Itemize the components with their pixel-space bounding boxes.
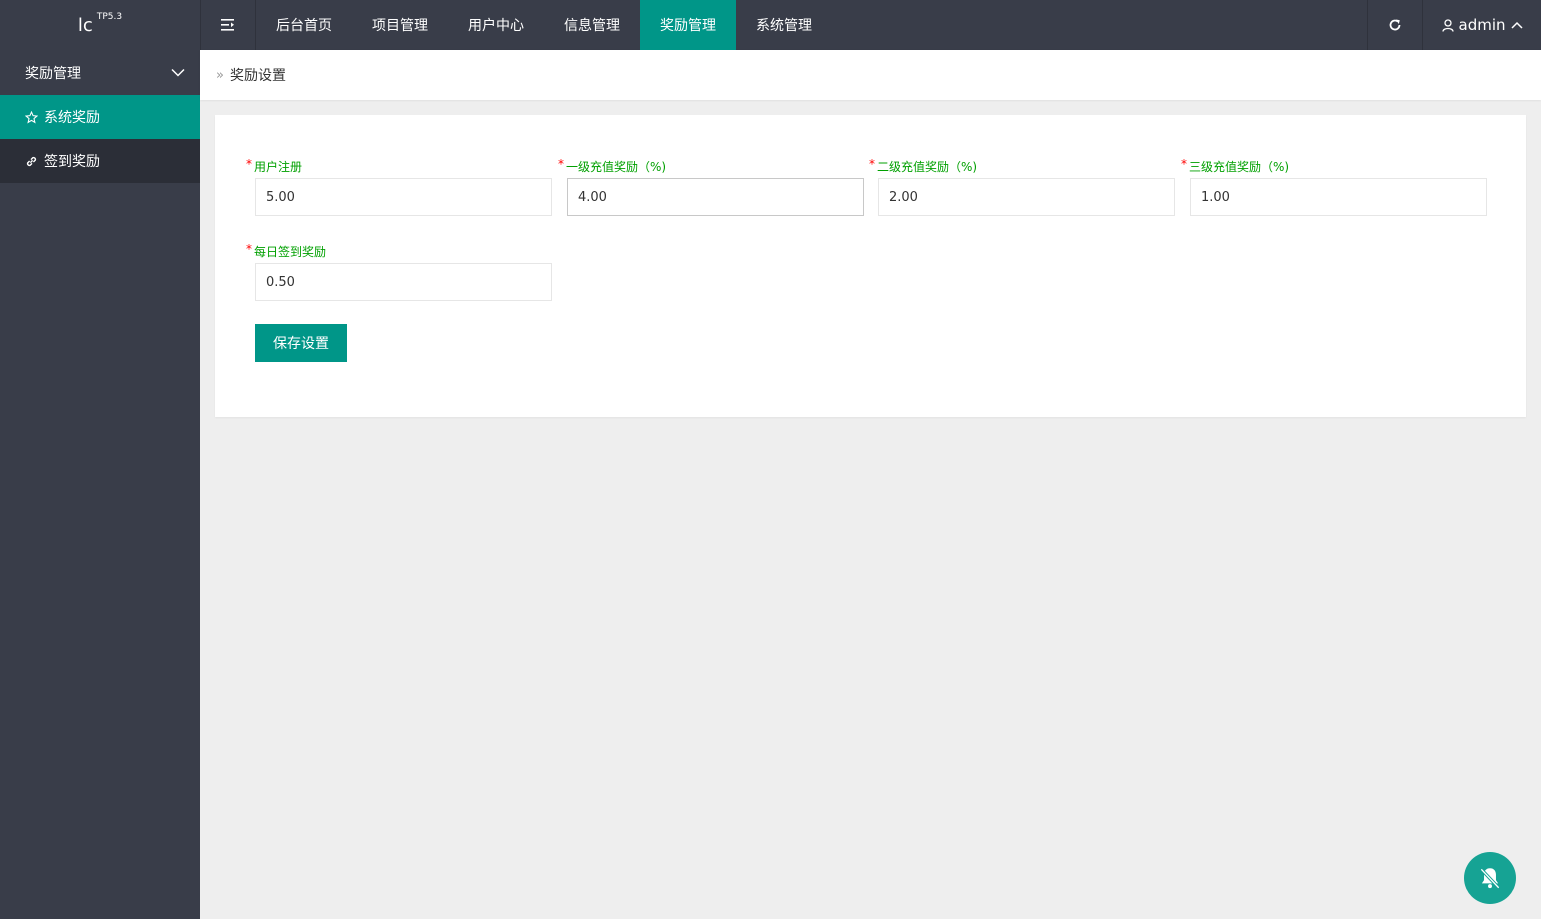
required-mark: * <box>1181 157 1187 171</box>
user-menu[interactable]: admin <box>1423 0 1541 50</box>
sidebar-item-label: 系统奖励 <box>44 110 100 126</box>
required-mark: * <box>246 242 252 256</box>
register-reward-input[interactable]: 5.00 <box>255 178 552 216</box>
link-icon <box>26 156 37 166</box>
logo[interactable]: lc TP5.3 <box>0 0 200 50</box>
user-icon <box>1441 18 1454 32</box>
floating-notification-button[interactable] <box>1464 852 1516 904</box>
field-label: * 每日签到奖励 <box>246 242 327 259</box>
logo-version: TP5.3 <box>96 12 123 22</box>
field-label: * 二级充值奖励（%) <box>869 157 978 174</box>
chevron-up-icon <box>1510 21 1523 29</box>
level2-recharge-reward-input[interactable]: 2.00 <box>878 178 1175 216</box>
reward-settings-card: * 用户注册 5.00 * 一级充值奖励（%) 4.00 * 二级充值奖励（%) 2.… <box>215 115 1526 417</box>
breadcrumb: » 奖励设置 <box>200 50 1541 100</box>
nav-item-projects[interactable]: 项目管理 <box>352 0 448 50</box>
required-mark: * <box>869 157 875 171</box>
sidebar: 奖励管理 系统奖励 签到奖励 <box>0 50 200 919</box>
refresh-icon <box>1389 19 1401 31</box>
sidebar-group-label: 奖励管理 <box>25 65 81 82</box>
nav-item-info[interactable]: 信息管理 <box>544 0 640 50</box>
nav-item-system[interactable]: 系统管理 <box>736 0 832 50</box>
sidebar-item-system-reward[interactable]: 系统奖励 <box>0 95 200 139</box>
top-nav: 后台首页 项目管理 用户中心 信息管理 奖励管理 系统管理 <box>256 0 832 50</box>
required-mark: * <box>558 157 564 171</box>
nav-item-users[interactable]: 用户中心 <box>448 0 544 50</box>
refresh-button[interactable] <box>1367 0 1423 50</box>
top-header: lc TP5.3 后台首页 项目管理 用户中心 信息管理 奖励管理 系统管理 a… <box>0 0 1541 50</box>
double-chevron-right-icon: » <box>216 67 224 83</box>
chevron-down-icon <box>171 68 185 77</box>
sidebar-item-label: 签到奖励 <box>44 154 100 170</box>
nav-item-home[interactable]: 后台首页 <box>256 0 352 50</box>
menu-toggle-button[interactable] <box>200 0 256 50</box>
bell-off-icon <box>1480 868 1500 889</box>
logo-text: lc <box>77 14 93 36</box>
field-label: * 一级充值奖励（%) <box>558 157 667 174</box>
daily-signin-reward-input[interactable]: 0.50 <box>255 263 552 301</box>
save-settings-button[interactable]: 保存设置 <box>255 324 347 362</box>
sidebar-group-rewards[interactable]: 奖励管理 <box>0 50 200 95</box>
level1-recharge-reward-input[interactable]: 4.00 <box>567 178 864 216</box>
breadcrumb-current: 奖励设置 <box>229 68 286 84</box>
nav-item-rewards[interactable]: 奖励管理 <box>640 0 736 50</box>
star-icon <box>25 110 38 123</box>
user-name: admin <box>1458 16 1506 34</box>
field-label: * 用户注册 <box>246 157 303 174</box>
field-label: * 三级充值奖励（%) <box>1181 157 1290 174</box>
required-mark: * <box>246 157 252 171</box>
level3-recharge-reward-input[interactable]: 1.00 <box>1190 178 1487 216</box>
menu-toggle-icon <box>221 19 234 31</box>
sidebar-item-signin-reward[interactable]: 签到奖励 <box>0 139 200 183</box>
